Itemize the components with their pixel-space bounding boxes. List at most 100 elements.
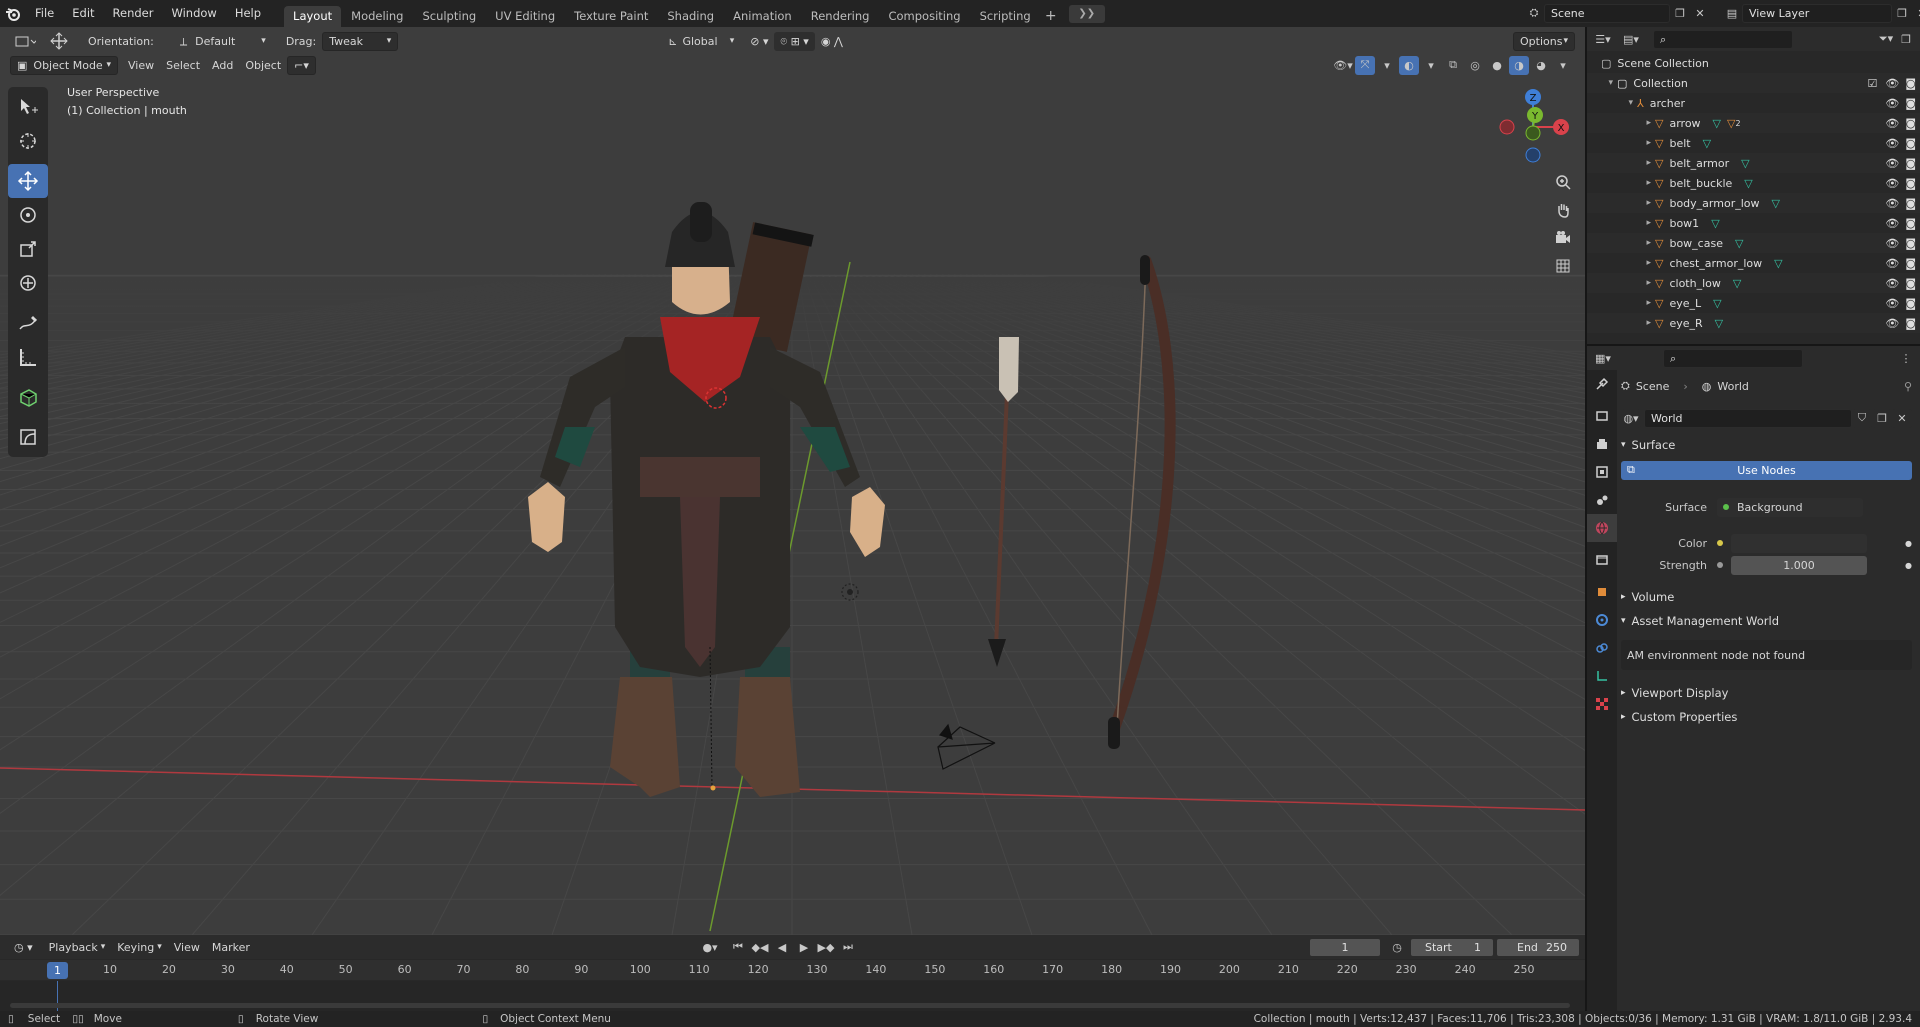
orientation-dropdown[interactable]: ⟂ Default ▾ bbox=[174, 32, 272, 51]
visibility-eye-icon[interactable]: 👁 bbox=[1885, 77, 1899, 90]
volume-panel-header[interactable]: ▸ Volume bbox=[1621, 586, 1912, 608]
drag-dropdown[interactable]: Tweak ▾ bbox=[322, 31, 399, 51]
menu-window[interactable]: Window bbox=[162, 0, 225, 27]
material-preview-shading-icon[interactable]: ◑ bbox=[1509, 55, 1529, 75]
menu-add[interactable]: Add bbox=[206, 56, 239, 75]
animate-property-icon[interactable]: ● bbox=[1905, 539, 1912, 548]
visibility-eye-icon[interactable]: 👁 bbox=[1885, 97, 1899, 110]
pivot-point-icon[interactable]: ⊘ ▾ bbox=[744, 32, 774, 51]
navigation-gizmo[interactable]: Z Y X bbox=[1495, 85, 1575, 165]
mesh-data-icon[interactable]: ▽ bbox=[1711, 217, 1719, 230]
visibility-eye-icon[interactable]: 👁 bbox=[1885, 177, 1899, 190]
transform-orientation-dropdown[interactable]: ⊾ Global ▾ bbox=[662, 32, 740, 51]
new-scene-icon[interactable]: ❐ bbox=[1670, 4, 1690, 23]
viewport-display-panel-header[interactable]: ▸ Viewport Display bbox=[1621, 682, 1912, 704]
outliner-object-bow1[interactable]: ▸ ▽ bow1 ▽ 👁 ◙ bbox=[1587, 213, 1920, 233]
mesh-data-icon[interactable]: ▽ bbox=[1735, 237, 1743, 250]
outliner-search-input[interactable]: ⌕ bbox=[1653, 29, 1793, 49]
tab-shading[interactable]: Shading bbox=[658, 6, 723, 27]
new-collection-icon[interactable]: ❐ bbox=[1896, 30, 1916, 49]
properties-search-input[interactable]: ⌕ bbox=[1663, 348, 1803, 368]
mesh-data-icon[interactable]: ▽ bbox=[1713, 297, 1721, 310]
menu-file[interactable]: File bbox=[26, 0, 63, 27]
render-camera-icon[interactable]: ◙ bbox=[1905, 117, 1916, 130]
view-layer-tab-icon[interactable] bbox=[1587, 458, 1617, 486]
outliner-object-eye-L[interactable]: ▸ ▽ eye_L ▽ 👁 ◙ bbox=[1587, 293, 1920, 313]
new-view-layer-icon[interactable]: ❐ bbox=[1892, 4, 1912, 23]
3d-viewport[interactable]: Orientation: ⟂ Default ▾ Drag: Tweak ▾ ⊾… bbox=[0, 27, 1585, 935]
menu-select[interactable]: Select bbox=[160, 56, 206, 75]
chevron-right-icon[interactable]: ▸ bbox=[1587, 318, 1655, 328]
solid-shading-icon[interactable]: ● bbox=[1487, 56, 1507, 75]
blender-logo-icon[interactable] bbox=[0, 0, 26, 27]
end-frame-field[interactable]: End 250 bbox=[1496, 937, 1580, 957]
duplicate-world-icon[interactable]: ❐ bbox=[1872, 408, 1892, 428]
transform-affect-icon[interactable]: ⌐▾ bbox=[287, 55, 316, 75]
visibility-eye-icon[interactable]: 👁 bbox=[1885, 237, 1899, 250]
editor-type-icon[interactable] bbox=[8, 32, 42, 51]
timeline-menu-keying[interactable]: Keying ▾ bbox=[111, 938, 167, 957]
tab-layout[interactable]: Layout bbox=[284, 6, 342, 27]
mesh-data-icon[interactable]: ▽ bbox=[1703, 137, 1711, 150]
jump-end-icon[interactable]: ⏭ bbox=[838, 938, 858, 957]
mesh-data-icon[interactable]: ▽ bbox=[1772, 197, 1780, 210]
material-icon[interactable]: ▽ bbox=[1727, 117, 1735, 130]
xray-toggle-icon[interactable]: ⧉ bbox=[1443, 56, 1463, 75]
use-nodes-button[interactable]: ⧉ Use Nodes bbox=[1621, 460, 1912, 480]
workspace-scroll-icon[interactable]: ❯❯ bbox=[1068, 4, 1105, 23]
render-camera-icon[interactable]: ◙ bbox=[1905, 277, 1916, 290]
rendered-shading-icon[interactable]: ◕ bbox=[1531, 56, 1551, 75]
surface-panel-header[interactable]: ▾ Surface bbox=[1621, 434, 1912, 456]
visibility-eye-icon[interactable]: 👁 bbox=[1885, 257, 1899, 270]
tab-rendering[interactable]: Rendering bbox=[802, 6, 879, 27]
pin-icon[interactable]: ⚲ bbox=[1904, 380, 1912, 393]
render-camera-icon[interactable]: ◙ bbox=[1905, 197, 1916, 210]
move-tool-icon[interactable] bbox=[8, 164, 48, 198]
zoom-icon[interactable] bbox=[1550, 169, 1576, 195]
jump-prev-keyframe-icon[interactable]: ◆◀ bbox=[750, 938, 770, 957]
chevron-down-icon[interactable]: ▾ bbox=[1587, 98, 1637, 108]
mesh-data-icon[interactable]: ▽ bbox=[1733, 277, 1741, 290]
menu-object[interactable]: Object bbox=[239, 56, 287, 75]
physics-tab-icon[interactable] bbox=[1587, 606, 1617, 634]
delete-view-layer-icon[interactable]: ✕ bbox=[1912, 4, 1920, 23]
outliner-editor-type-icon[interactable]: ☰▾ bbox=[1593, 30, 1613, 49]
shading-dropdown-icon[interactable]: ▾ bbox=[1553, 56, 1573, 75]
properties-editor-type-icon[interactable]: ▦▾ bbox=[1593, 349, 1613, 368]
scene-icon[interactable]: ⛭ bbox=[1524, 4, 1544, 23]
filter-icon[interactable]: ⏷▾ bbox=[1876, 30, 1896, 49]
tab-compositing[interactable]: Compositing bbox=[879, 6, 969, 27]
tab-modeling[interactable]: Modeling bbox=[342, 6, 412, 27]
outliner-object-arrow[interactable]: ▸ ▽ arrow ▽ ▽ 2 👁 ◙ bbox=[1587, 113, 1920, 133]
outliner-object-eye-R[interactable]: ▸ ▽ eye_R ▽ 👁 ◙ bbox=[1587, 313, 1920, 333]
render-camera-icon[interactable]: ◙ bbox=[1905, 137, 1916, 150]
strength-field[interactable]: 1.000 bbox=[1731, 555, 1867, 575]
mesh-data-icon[interactable]: ▽ bbox=[1741, 157, 1749, 170]
fake-user-shield-icon[interactable]: ⛉ bbox=[1852, 408, 1872, 428]
visibility-eye-icon[interactable]: 👁 bbox=[1885, 277, 1899, 290]
tweak-select-tool-icon[interactable] bbox=[8, 90, 48, 124]
chevron-right-icon[interactable]: ▸ bbox=[1587, 238, 1655, 248]
unlink-world-icon[interactable]: ✕ bbox=[1892, 408, 1912, 428]
chevron-right-icon[interactable]: ▸ bbox=[1587, 198, 1655, 208]
render-camera-icon[interactable]: ◙ bbox=[1905, 297, 1916, 310]
outliner-object-chest-armor-low[interactable]: ▸ ▽ chest_armor_low ▽ 👁 ◙ bbox=[1587, 253, 1920, 273]
overlays-dropdown-icon[interactable]: ▾ bbox=[1421, 56, 1441, 75]
outliner-object-belt-armor[interactable]: ▸ ▽ belt_armor ▽ 👁 ◙ bbox=[1587, 153, 1920, 173]
scale-tool-icon[interactable] bbox=[8, 232, 48, 266]
chevron-down-icon[interactable]: ▾ bbox=[1587, 78, 1617, 88]
visibility-eye-icon[interactable]: 👁 bbox=[1885, 137, 1899, 150]
chevron-right-icon[interactable]: ▸ bbox=[1587, 218, 1655, 228]
visibility-eye-icon[interactable]: 👁 bbox=[1885, 217, 1899, 230]
visibility-eye-icon[interactable]: 👁 bbox=[1885, 157, 1899, 170]
texture-tab-icon[interactable] bbox=[1587, 690, 1617, 718]
gizmo-toggle-icon[interactable]: ⤧ bbox=[1355, 55, 1375, 75]
delete-scene-icon[interactable]: ✕ bbox=[1690, 4, 1710, 23]
scene-name-field[interactable]: Scene bbox=[1544, 3, 1670, 23]
camera-view-icon[interactable] bbox=[1550, 225, 1576, 251]
animate-property-icon[interactable]: ● bbox=[1905, 561, 1912, 570]
light-object[interactable] bbox=[841, 583, 859, 601]
start-frame-field[interactable]: Start 1 bbox=[1410, 937, 1494, 957]
outliner-object-body-armor-low[interactable]: ▸ ▽ body_armor_low ▽ 👁 ◙ bbox=[1587, 193, 1920, 213]
display-mode-icon[interactable]: ▤▾ bbox=[1621, 30, 1641, 49]
